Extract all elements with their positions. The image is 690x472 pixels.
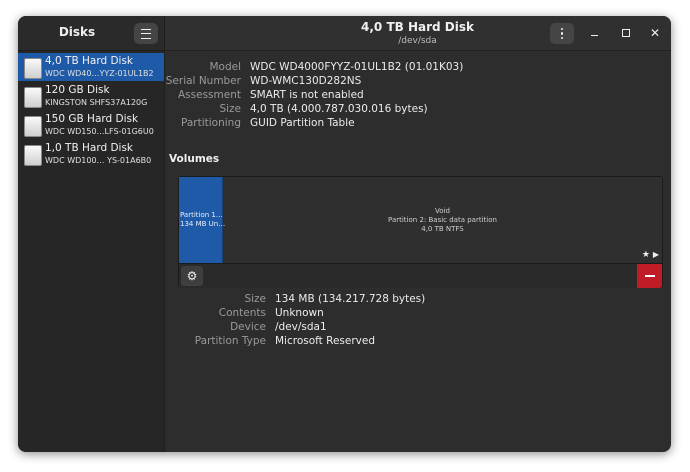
partition-size-value: 134 MB (134.217.728 bytes) — [275, 293, 426, 305]
disk-model: WDC WD100… YS-01A6B0 — [45, 156, 152, 165]
partition-2-name: Partition 2: Basic data partition — [388, 215, 497, 224]
disk-model: WDC WD150…LFS-01G6U0 — [45, 127, 154, 136]
disk-item-1tb[interactable]: 1,0 TB Hard Disk WDC WD100… YS-01A6B0 — [18, 140, 164, 168]
disk-list: 4,0 TB Hard Disk WDC WD40…YYZ-01UL1B2 12… — [18, 51, 165, 452]
partition-1-block[interactable]: Partition 1… 134 MB Un… — [179, 177, 226, 263]
disk-item-4tb[interactable]: 4,0 TB Hard Disk WDC WD40…YYZ-01UL1B2 — [18, 53, 164, 81]
serial-value: WD-WMC130D282NS — [250, 75, 362, 87]
partition-2-status: Void — [435, 206, 450, 215]
assessment-label: Assessment — [178, 89, 241, 101]
partition-2-size: 4,0 TB NTFS — [421, 224, 464, 233]
star-icon: ★ — [641, 250, 650, 260]
maximize-button[interactable] — [618, 25, 634, 41]
partition-type-value: Microsoft Reserved — [275, 335, 375, 347]
partitioning-value: GUID Partition Table — [250, 117, 355, 129]
contents-label: Contents — [218, 307, 266, 319]
partition-1-name: Partition 1… — [180, 211, 223, 219]
partitioning-label: Partitioning — [181, 117, 241, 129]
disk-name: 150 GB Hard Disk — [45, 113, 139, 125]
volume-map: Partition 1… 134 MB Un… Void Partition 2… — [178, 176, 663, 288]
model-label: Model — [209, 61, 241, 73]
device-label: Device — [230, 321, 266, 333]
partition-options-button[interactable]: ⚙ — [181, 266, 203, 286]
size-label: Size — [219, 103, 241, 115]
size-value: 4,0 TB (4.000.787.030.016 bytes) — [250, 103, 428, 115]
disk-options-button[interactable] — [550, 23, 574, 44]
disks-window: Disks 4,0 TB Hard Disk /dev/sda ✕ 4,0 TB… — [18, 16, 671, 452]
serial-label: Serial Number — [165, 75, 241, 87]
main-menu-button[interactable] — [134, 23, 158, 44]
play-icon: ▶ — [652, 250, 659, 259]
gear-icon: ⚙ — [186, 269, 198, 283]
header-bar: Disks 4,0 TB Hard Disk /dev/sda ✕ — [18, 16, 671, 51]
hard-disk-icon — [24, 58, 42, 79]
partition-2-block[interactable]: Void Partition 2: Basic data partition 4… — [223, 177, 662, 263]
hard-disk-icon — [24, 145, 42, 166]
sidebar-header: Disks — [18, 16, 165, 50]
partition-size-label: Size — [244, 293, 266, 305]
volume-toolbar: ⚙ — [179, 263, 662, 288]
contents-value: Unknown — [275, 307, 324, 319]
close-icon: ✕ — [649, 26, 661, 40]
hamburger-icon — [141, 28, 151, 39]
volume-graphic: Partition 1… 134 MB Un… Void Partition 2… — [179, 177, 662, 263]
hard-disk-icon — [24, 116, 42, 137]
disk-model: WDC WD40…YYZ-01UL1B2 — [45, 69, 154, 78]
device-value: /dev/sda1 — [275, 321, 327, 333]
app-title: Disks — [58, 25, 96, 39]
disk-name: 1,0 TB Hard Disk — [45, 142, 134, 154]
disk-item-120gb[interactable]: 120 GB Disk KINGSTON SHFS37A120G — [18, 82, 164, 110]
close-button[interactable]: ✕ — [647, 25, 663, 41]
disk-name: 4,0 TB Hard Disk — [45, 55, 134, 67]
disk-details: Model WDC WD4000FYYZ-01UL1B2 (01.01K03) … — [165, 51, 671, 452]
kebab-icon — [560, 27, 564, 40]
delete-partition-button[interactable] — [637, 264, 662, 288]
partition-type-label: Partition Type — [194, 335, 266, 347]
disk-name: 120 GB Disk — [45, 84, 110, 96]
assessment-value: SMART is not enabled — [250, 89, 364, 101]
volumes-heading: Volumes — [169, 153, 220, 165]
partition-1-size: 134 MB Un… — [180, 220, 226, 228]
minimize-button[interactable] — [586, 25, 602, 41]
hard-disk-icon — [24, 87, 42, 108]
disk-model: KINGSTON SHFS37A120G — [45, 98, 148, 107]
model-value: WDC WD4000FYYZ-01UL1B2 (01.01K03) — [250, 61, 464, 73]
disk-item-150gb[interactable]: 150 GB Hard Disk WDC WD150…LFS-01G6U0 — [18, 111, 164, 139]
